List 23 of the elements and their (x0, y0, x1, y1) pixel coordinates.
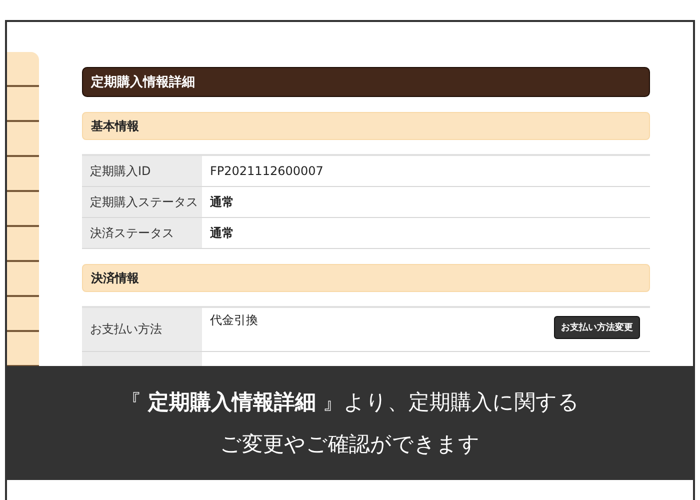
sidebar-tab[interactable] (7, 227, 39, 262)
caption-text: ご変更やご確認ができます (220, 431, 480, 458)
sidebar-tab[interactable] (7, 192, 39, 227)
label-cell: 定期購入ID (82, 156, 202, 186)
value-text: 通常 (210, 194, 234, 210)
label-cell: 決済ステータス (82, 218, 202, 248)
page-title: 定期購入情報詳細 (82, 67, 650, 97)
value-text: 通常 (210, 224, 234, 242)
section-header: 基本情報 (82, 112, 650, 140)
caption-text: 『 定期購入情報詳細 』より、定期購入に関する (120, 389, 580, 416)
sidebar-tab[interactable] (7, 157, 39, 192)
section-header: 決済情報 (82, 264, 650, 292)
value-text: FP2021112600007 (210, 164, 324, 178)
sidebar-tab[interactable] (7, 87, 39, 122)
label-cell: 定期購入ステータス (82, 187, 202, 217)
sidebar-tab[interactable] (7, 297, 39, 332)
sidebar-tab[interactable] (7, 332, 39, 367)
sidebar-tab[interactable] (7, 122, 39, 157)
sidebar-tab[interactable] (7, 262, 39, 297)
value-text: 代金引換 (210, 312, 258, 329)
change-button[interactable]: お支払い方法変更 (554, 316, 640, 339)
label-cell: お支払い方法 (82, 308, 202, 351)
sidebar-tab[interactable] (7, 52, 39, 87)
